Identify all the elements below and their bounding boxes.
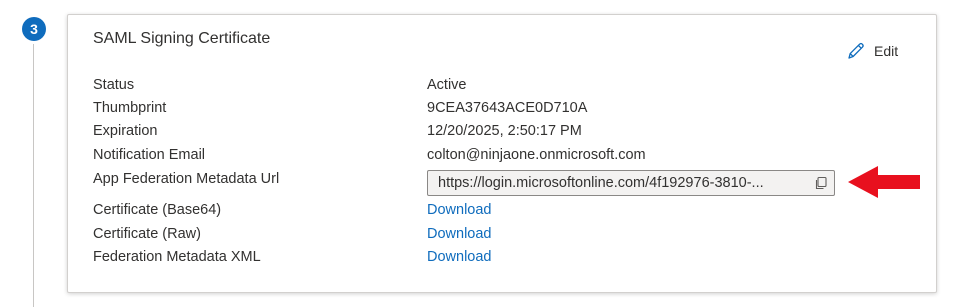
status-value: Active [427,77,467,93]
expiration-label: Expiration [93,123,158,139]
pencil-icon [846,41,866,61]
thumbprint-label: Thumbprint [93,100,167,116]
app-federation-metadata-url-field[interactable]: https://login.microsoftonline.com/4f1929… [427,170,835,196]
certificate-raw-download-link[interactable]: Download [427,226,492,242]
app-federation-metadata-url-value: https://login.microsoftonline.com/4f1929… [438,175,764,191]
app-federation-metadata-url-label: App Federation Metadata Url [93,171,280,187]
certificate-base64-download-link[interactable]: Download [427,202,492,218]
federation-metadata-xml-label: Federation Metadata XML [93,249,261,265]
edit-label: Edit [874,43,899,59]
saml-section: 3 SAML Signing Certificate Edit Status A… [0,0,975,307]
status-label: Status [93,77,135,93]
card-title: SAML Signing Certificate [93,30,271,47]
edit-button[interactable]: Edit [846,41,898,61]
expiration-value: 12/20/2025, 2:50:17 PM [427,123,582,139]
saml-signing-certificate-card: SAML Signing Certificate Edit Status Act… [67,14,937,293]
copy-icon[interactable] [808,171,834,195]
step-connector-line [33,44,34,307]
federation-metadata-xml-download-link[interactable]: Download [427,249,492,265]
notification-email-label: Notification Email [93,147,206,163]
certificate-base64-label: Certificate (Base64) [93,202,222,218]
certificate-raw-label: Certificate (Raw) [93,226,201,242]
notification-email-value: colton@ninjaone.onmicrosoft.com [427,147,646,163]
step-number-badge: 3 [22,17,46,41]
left-arrow-icon [848,164,922,205]
thumbprint-value: 9CEA37643ACE0D710A [427,100,588,116]
